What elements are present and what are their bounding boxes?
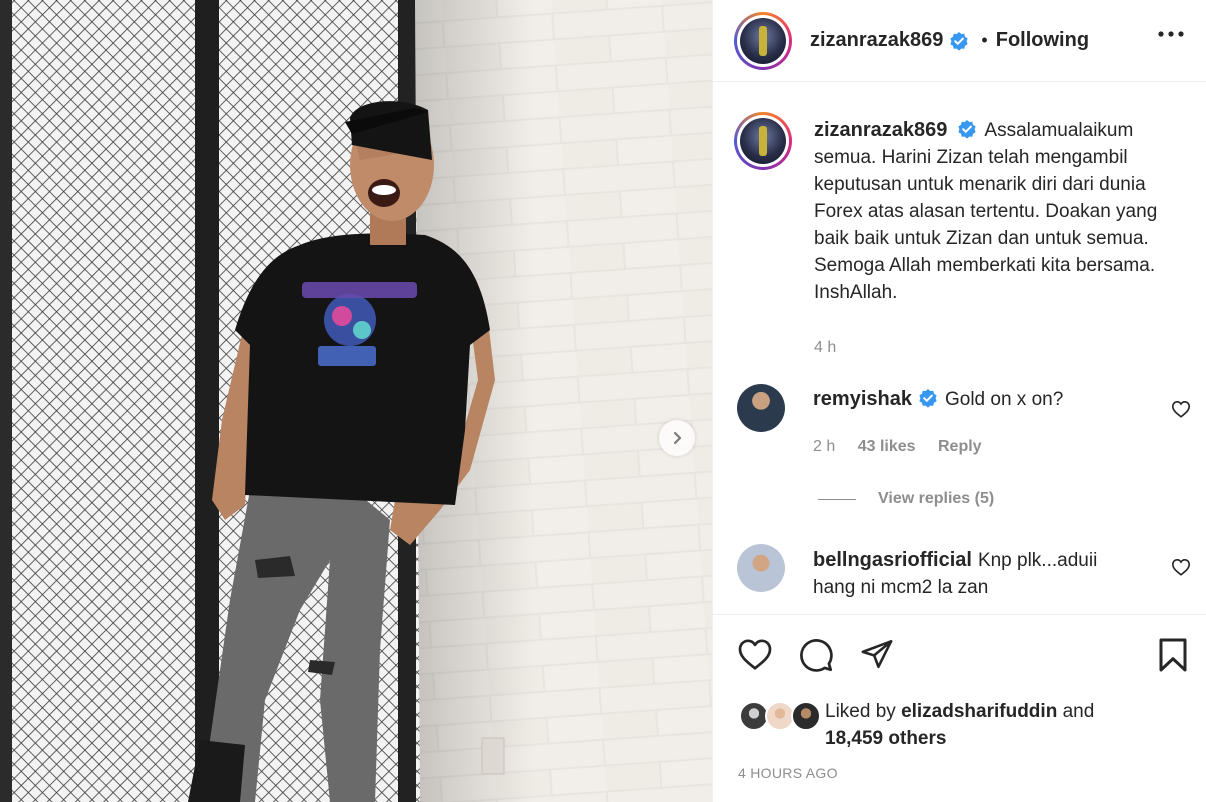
liked-by-and: and [1062,701,1095,722]
post-detail-panel: zizanrazak869 • Following zizanrazak869 [712,0,1206,802]
caption-text: Assalamualaikum semua. Harini Zizan tela… [814,120,1158,303]
view-replies-button[interactable]: View replies (5) [818,490,994,508]
more-options-icon[interactable] [1158,26,1184,47]
caption-username[interactable]: zizanrazak869 [814,119,947,141]
reply-button[interactable]: Reply [938,438,982,455]
post-image [0,0,712,802]
bookmark-icon[interactable] [1157,637,1189,678]
heart-icon[interactable] [737,637,773,678]
caption-author-avatar[interactable] [734,112,792,170]
liked-by-prefix: Liked by [825,701,896,722]
post-header: zizanrazak869 • Following [713,0,1206,82]
post-timestamp[interactable]: 4 HOURS AGO [738,765,838,781]
next-photo-button[interactable] [659,420,695,456]
liked-by-user[interactable]: elizadsharifuddin [901,701,1057,722]
post-photo [0,0,712,802]
caption-time: 4 h [814,339,837,356]
comment-time: 2 h [813,438,836,455]
commenter-username[interactable]: remyishak [813,388,912,410]
author-avatar[interactable] [734,11,792,70]
comment-likes[interactable]: 43 likes [858,438,916,455]
author-username[interactable]: zizanrazak869 [810,29,943,52]
comment-item: bellngasriofficial Knp plk...aduii hang n… [737,544,1197,601]
liker-avatar [791,701,821,731]
commenter-username[interactable]: bellngasriofficial [813,549,972,571]
comments-section: zizanrazak869 Assalamualaikum semua. Har… [713,82,1206,614]
verified-badge-icon [958,120,977,139]
liker-avatars [739,701,821,731]
comment-icon[interactable] [798,637,834,678]
liked-by-row: Liked by elizadsharifuddin and 18,459 ot… [739,701,1094,752]
like-comment-icon[interactable] [1171,400,1191,423]
chevron-right-icon [673,431,682,445]
likes-summary: Liked by elizadsharifuddin and 18,459 ot… [825,698,1094,752]
verified-badge-icon [950,31,969,51]
commenter-avatar[interactable] [737,544,785,592]
post-actions: Liked by elizadsharifuddin and 18,459 ot… [713,614,1206,802]
replies-divider [818,498,856,500]
comment-text: Gold on x on? [944,389,1064,410]
following-button[interactable]: Following [996,29,1089,52]
like-comment-icon[interactable] [1171,558,1191,581]
separator-dot: • [981,30,988,50]
share-icon[interactable] [859,637,895,678]
view-replies-label: View replies (5) [878,490,995,507]
likes-count[interactable]: 18,459 others [825,728,946,749]
comment-item: remyishak Gold on x on? 2 h 43 likes Rep… [737,384,1197,460]
post-caption: zizanrazak869 Assalamualaikum semua. Har… [734,112,1194,361]
verified-badge-icon [919,389,937,408]
commenter-avatar[interactable] [737,384,785,432]
